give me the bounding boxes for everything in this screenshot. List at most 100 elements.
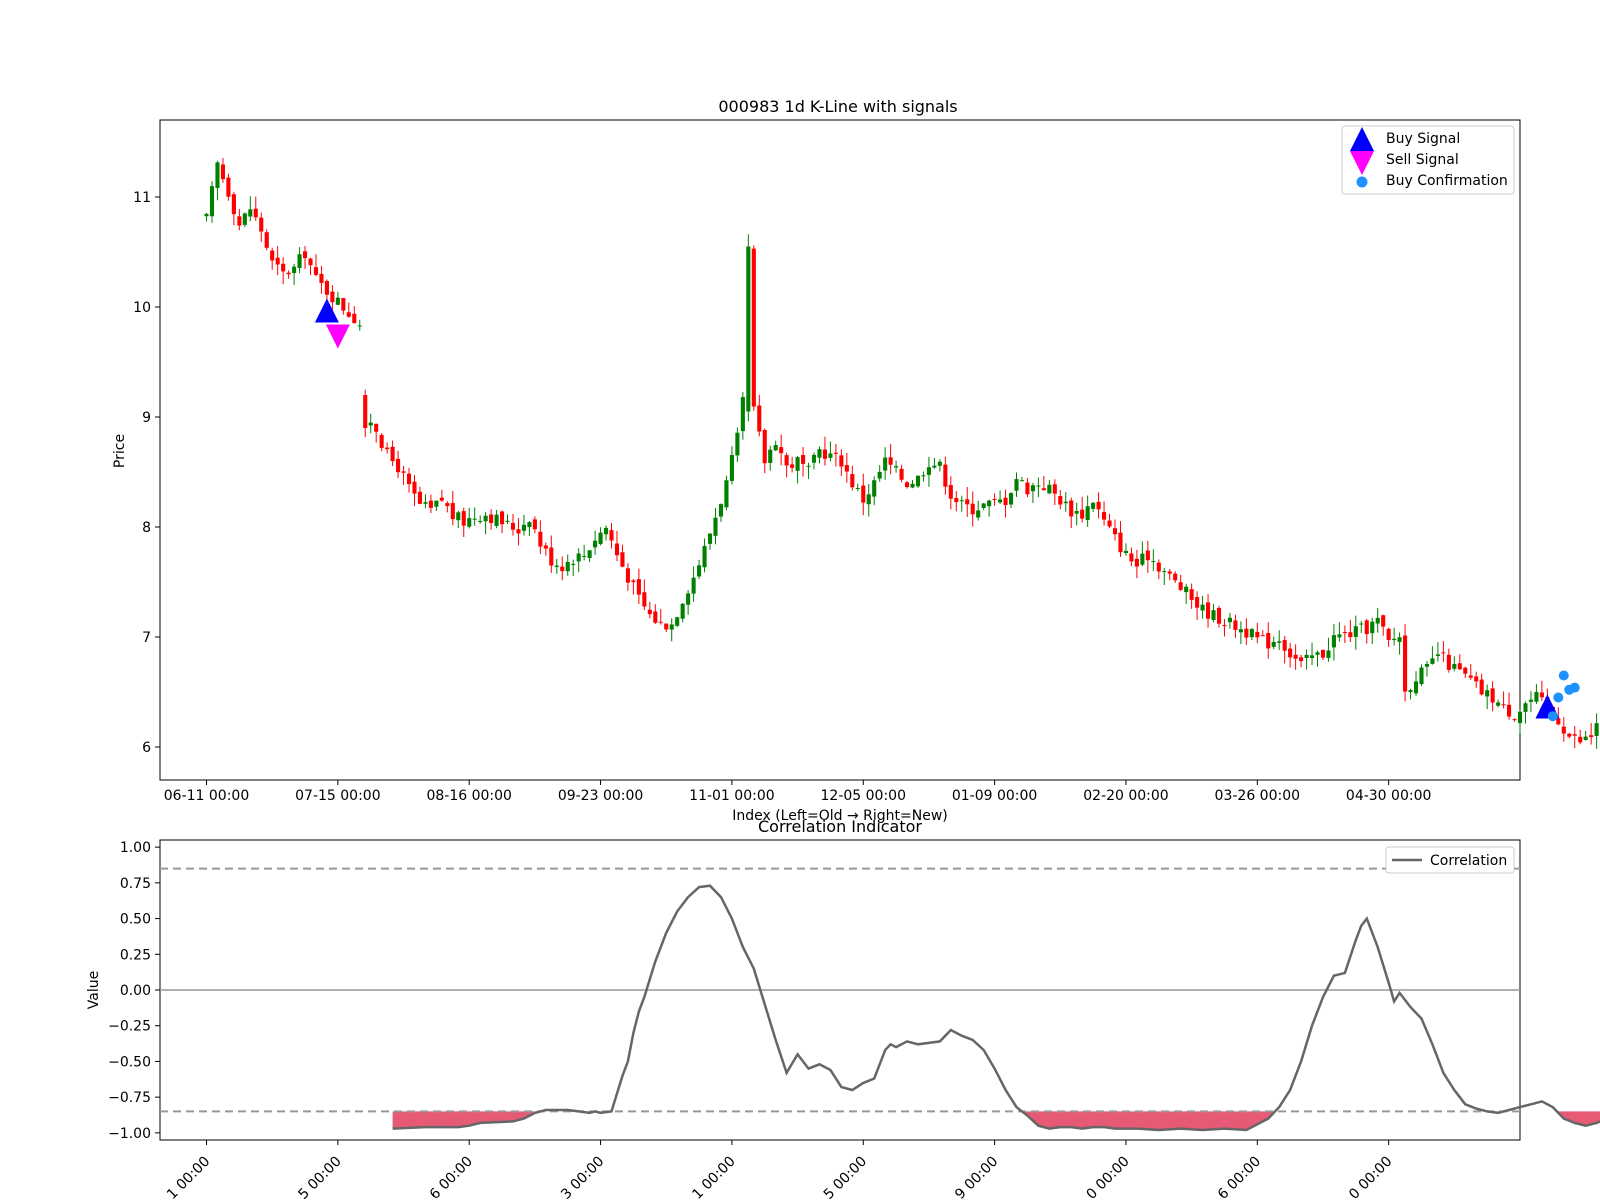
candle-body xyxy=(527,522,532,528)
candle-body xyxy=(1069,500,1074,517)
kline-y-tick-label: 11 xyxy=(133,190,151,206)
candle-body xyxy=(500,511,505,525)
legend-correlation-label: Correlation xyxy=(1430,853,1507,869)
candle-body xyxy=(538,531,543,547)
candle-body xyxy=(1479,679,1484,695)
candle-body xyxy=(904,482,910,488)
candle-body xyxy=(1485,690,1490,697)
candle-body xyxy=(1386,628,1391,640)
candle-body xyxy=(872,480,877,497)
candle-body xyxy=(959,500,964,502)
candle-body xyxy=(1156,562,1161,572)
candle-body xyxy=(423,502,428,504)
candle-body xyxy=(1413,681,1419,694)
candle-body xyxy=(1134,558,1139,567)
correlation-x-tick-label: 6 00:00 xyxy=(1215,1154,1264,1200)
candle-body xyxy=(811,454,817,463)
candle-body xyxy=(1572,734,1577,736)
candle-body xyxy=(631,580,636,583)
candle-body xyxy=(937,461,942,466)
candle-body xyxy=(593,540,598,548)
candle-body xyxy=(1047,484,1052,494)
candle-body xyxy=(1211,610,1216,621)
correlation-y-tick-label: −1.00 xyxy=(108,1126,151,1142)
candle-body xyxy=(987,500,992,507)
candle-body xyxy=(1205,602,1211,619)
kline-y-tick-label: 8 xyxy=(142,520,151,536)
buy-confirmation-marker xyxy=(1553,692,1564,703)
correlation-x-tick-label: 1 00:00 xyxy=(164,1154,213,1200)
candle-body xyxy=(1397,637,1402,642)
candle-body xyxy=(1238,629,1243,633)
kline-x-tick-label: 06-11 00:00 xyxy=(164,788,249,804)
candle-body xyxy=(281,263,286,272)
candle-body xyxy=(1326,650,1331,658)
candle-body xyxy=(1008,493,1014,505)
candle-body xyxy=(374,423,379,432)
candle-body xyxy=(286,272,291,275)
buy-confirmation-marker xyxy=(1547,711,1558,722)
candle-body xyxy=(894,466,899,468)
candle-body xyxy=(729,455,734,481)
candle-body xyxy=(1424,663,1430,667)
candle-body xyxy=(1288,648,1293,658)
candle-body xyxy=(1266,633,1271,649)
kline-x-tick-label: 04-30 00:00 xyxy=(1346,788,1431,804)
candle-body xyxy=(1392,638,1397,640)
candle-body xyxy=(1184,586,1189,593)
candle-body xyxy=(494,514,499,526)
candle-body xyxy=(1145,550,1150,561)
correlation-x-tick-label: 5 00:00 xyxy=(295,1154,344,1200)
candle-body xyxy=(1337,634,1342,638)
candle-body xyxy=(603,527,609,535)
kline-y-tick-label: 10 xyxy=(133,300,151,316)
candle-body xyxy=(910,483,915,488)
candle-body xyxy=(1446,654,1451,670)
candle-body xyxy=(981,503,986,508)
candle-body xyxy=(439,497,444,501)
candle-body xyxy=(1523,703,1528,712)
candle-body xyxy=(718,504,724,517)
candle-body xyxy=(970,503,975,515)
candle-body xyxy=(888,457,893,465)
candle-body xyxy=(352,313,357,324)
candle-body xyxy=(450,502,455,520)
candle-body xyxy=(675,617,680,626)
candle-body xyxy=(751,248,756,407)
candle-body xyxy=(417,491,423,504)
kline-legend: Buy Signal Sell Signal Buy Confirmation xyxy=(1341,125,1515,195)
candle-body xyxy=(1468,675,1473,678)
candle-body xyxy=(713,517,718,536)
candle-body xyxy=(1091,502,1096,509)
candle-body xyxy=(253,208,258,218)
candle-body xyxy=(412,481,417,494)
candle-body xyxy=(248,209,253,217)
candle-body xyxy=(669,624,674,630)
correlation-y-tick-label: 1.00 xyxy=(120,840,151,856)
candle-body xyxy=(1299,657,1304,662)
kline-x-tick-label: 02-20 00:00 xyxy=(1083,788,1168,804)
candle-body xyxy=(883,457,888,471)
candle-body xyxy=(724,480,729,508)
candle-body xyxy=(379,434,384,448)
candle-body xyxy=(368,422,373,426)
correlation-y-tick-label: −0.25 xyxy=(108,1019,151,1035)
candle-body xyxy=(1507,704,1512,717)
candle-body xyxy=(560,566,565,572)
candle-body xyxy=(1233,620,1238,630)
candle-body xyxy=(582,555,587,557)
candle-body xyxy=(1474,676,1479,682)
kline-y-axis: 6 7 8 9 10 11 xyxy=(133,190,160,756)
candle-body xyxy=(844,465,849,472)
candle-body xyxy=(385,447,390,450)
candle-body xyxy=(1096,501,1101,510)
candle-body xyxy=(521,524,526,531)
candle-body xyxy=(664,623,669,630)
candle-body xyxy=(472,518,477,520)
candle-body xyxy=(505,520,510,522)
correlation-legend: Correlation xyxy=(1385,846,1515,874)
candle-body xyxy=(1244,628,1249,638)
candle-body xyxy=(1222,625,1227,627)
candle-body xyxy=(576,553,581,562)
candle-body xyxy=(1419,667,1424,685)
